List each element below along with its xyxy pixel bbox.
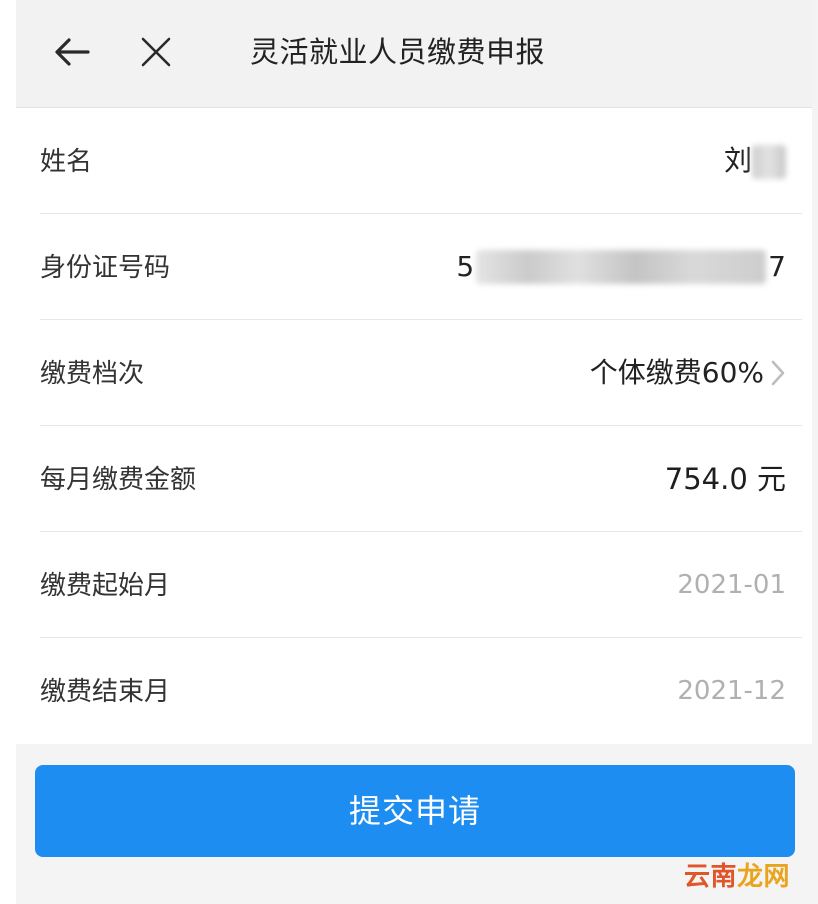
- id-number-label: 身份证号码: [40, 253, 171, 283]
- submit-application-button[interactable]: 提交申请: [35, 765, 795, 857]
- declaration-form: 姓名 刘 身份证号码 5 7 缴费档次 个体缴费60% 每月缴费金额 754.0…: [16, 108, 812, 744]
- chevron-right-icon: [771, 360, 785, 386]
- payment-level-row[interactable]: 缴费档次 个体缴费60%: [16, 320, 812, 426]
- watermark-part-2: 龙网: [737, 862, 791, 892]
- start-month-value[interactable]: 2021-01: [677, 564, 786, 606]
- arrow-left-icon: [55, 38, 90, 66]
- name-row: 姓名 刘: [16, 108, 812, 214]
- id-number-suffix: 7: [768, 250, 786, 283]
- monthly-amount-value: 754.0 元: [664, 462, 786, 496]
- back-button[interactable]: [50, 28, 94, 76]
- app-screen: 灵活就业人员缴费申报 姓名 刘 身份证号码 5 7 缴费档次 个体缴费60% 每…: [0, 0, 818, 904]
- name-redaction: [752, 145, 786, 179]
- name-value-text: 刘: [723, 144, 752, 177]
- monthly-amount-row: 每月缴费金额 754.0 元: [16, 426, 812, 532]
- page-title: 灵活就业人员缴费申报: [250, 35, 546, 69]
- site-watermark: 云南龙网: [684, 859, 790, 895]
- end-month-row[interactable]: 缴费结束月 2021-12: [16, 638, 812, 744]
- end-month-label: 缴费结束月: [40, 677, 171, 707]
- name-label: 姓名: [40, 147, 93, 177]
- start-month-label: 缴费起始月: [40, 571, 171, 601]
- id-number-redaction: [476, 250, 767, 284]
- name-value: 刘: [724, 140, 786, 182]
- left-edge: [0, 0, 16, 904]
- start-month-row[interactable]: 缴费起始月 2021-01: [16, 532, 812, 638]
- close-button[interactable]: [134, 28, 178, 76]
- end-month-value[interactable]: 2021-12: [677, 670, 786, 712]
- id-number-value: 5 7: [456, 246, 786, 288]
- close-icon: [141, 37, 171, 67]
- id-number-row: 身份证号码 5 7: [16, 214, 812, 320]
- id-number-prefix: 5: [456, 250, 475, 283]
- monthly-amount-label: 每月缴费金额: [40, 465, 197, 495]
- watermark-part-1: 云南: [684, 862, 738, 892]
- payment-level-selector[interactable]: 个体缴费60%: [590, 352, 786, 394]
- payment-level-value: 个体缴费60%: [589, 356, 764, 389]
- payment-level-label: 缴费档次: [40, 359, 145, 389]
- top-nav-bar: 灵活就业人员缴费申报: [16, 0, 812, 108]
